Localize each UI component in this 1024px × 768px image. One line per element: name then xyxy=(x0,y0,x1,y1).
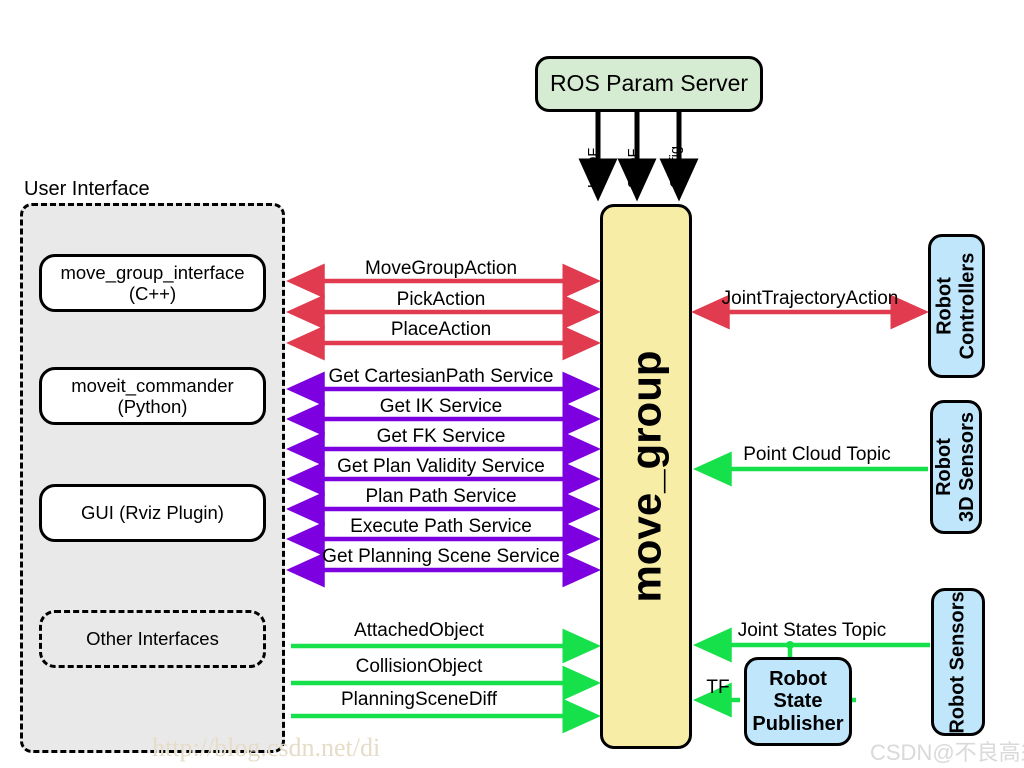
service-label-execute-path: Execute Path Service xyxy=(350,516,532,537)
robot-controllers-node[interactable]: Robot Controllers xyxy=(928,234,985,378)
service-label-plan-path: Plan Path Service xyxy=(365,486,517,507)
ui-item-gui-rviz-plugin[interactable]: GUI (Rviz Plugin) xyxy=(39,484,266,542)
robot-controllers-line2: Controllers xyxy=(956,252,979,360)
rsp-line2: State xyxy=(773,690,823,713)
ui-item-other-interfaces[interactable]: Other Interfaces xyxy=(39,610,266,668)
robot-state-publisher-node[interactable]: Robot State Publisher xyxy=(744,657,852,746)
action-label-pickaction: PickAction xyxy=(396,289,486,310)
robot-3d-sensors-line1: Robot xyxy=(933,438,955,496)
diagram-canvas: ROS Param Server URDF SRDF Config move_g… xyxy=(0,0,1024,768)
robot-sensors-node[interactable]: Robot Sensors xyxy=(931,588,985,736)
robot-sensors-label: Robot Sensors xyxy=(946,590,969,734)
robot-3d-sensors-line2: 3D Sensors xyxy=(956,411,978,523)
ui-item-sub: (Python) xyxy=(117,396,188,417)
param-link-urdf: URDF xyxy=(586,147,602,188)
ui-item-name: move_group_interface xyxy=(60,261,245,283)
ui-item-moveit-commander[interactable]: moveit_commander (Python) xyxy=(39,367,266,425)
topic-label-planningscenediff: PlanningSceneDiff xyxy=(341,689,497,710)
move-group-label: move_group xyxy=(622,350,670,603)
ui-item-name: Other Interfaces xyxy=(86,628,219,650)
ros-param-server-node[interactable]: ROS Param Server xyxy=(535,56,763,112)
ui-item-name: moveit_commander xyxy=(71,374,234,396)
robot-3d-sensors-node[interactable]: Robot 3D Sensors xyxy=(930,400,982,534)
action-label-movegroupaction: MoveGroupAction xyxy=(364,258,518,279)
service-label-get-ik: Get IK Service xyxy=(379,396,503,417)
ui-item-move-group-interface[interactable]: move_group_interface (C++) xyxy=(39,254,266,312)
action-label-placeaction: PlaceAction xyxy=(390,319,492,340)
param-link-config: Config xyxy=(668,146,684,188)
service-label-get-planning-scene: Get Planning Scene Service xyxy=(322,546,560,567)
label-tf: TF xyxy=(706,677,730,698)
topic-label-collisionobject: CollisionObject xyxy=(355,656,483,677)
ros-param-server-label: ROS Param Server xyxy=(549,70,749,97)
service-label-get-plan-validity: Get Plan Validity Service xyxy=(337,456,545,477)
label-point-cloud-topic: Point Cloud Topic xyxy=(743,444,891,465)
service-label-get-fk: Get FK Service xyxy=(376,426,506,447)
move-group-node[interactable]: move_group xyxy=(600,204,692,749)
ui-item-name: GUI (Rviz Plugin) xyxy=(81,502,224,524)
label-jointtrajectoryaction: JointTrajectoryAction xyxy=(721,288,899,309)
label-joint-states-topic: Joint States Topic xyxy=(737,620,887,641)
rsp-line3: Publisher xyxy=(752,712,844,735)
user-interface-title: User Interface xyxy=(24,178,150,200)
rsp-line1: Robot xyxy=(769,667,827,690)
param-link-srdf: SRDF xyxy=(626,148,642,188)
ui-item-sub: (C++) xyxy=(128,283,177,304)
topic-label-attachedobject: AttachedObject xyxy=(354,620,484,641)
robot-controllers-line1: Robot xyxy=(933,277,956,335)
service-label-get-cartesianpath: Get CartesianPath Service xyxy=(328,366,554,387)
